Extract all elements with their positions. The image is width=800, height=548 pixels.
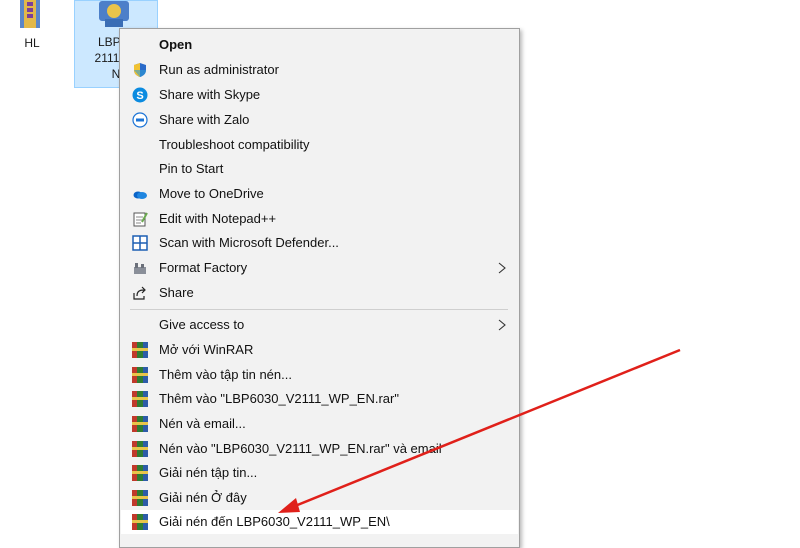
onedrive-icon — [133, 191, 147, 199]
winrar-icon — [132, 342, 148, 358]
winrar-icon — [132, 514, 148, 530]
winrar-icon — [132, 391, 148, 407]
menu-item-label: Edit with Notepad++ — [159, 211, 277, 226]
menu-item-extract-here[interactable]: Giải nén Ở đây — [121, 486, 518, 510]
menu-item-share-zalo[interactable]: Share with Zalo — [121, 108, 518, 132]
menu-item-pin-to-start[interactable]: Pin to Start — [121, 157, 518, 181]
menu-separator — [130, 309, 508, 310]
share-icon — [133, 286, 146, 300]
menu-item-add-to-archive[interactable]: Thêm vào tập tin nén... — [121, 363, 518, 387]
menu-item-format-factory[interactable]: Format Factory — [121, 256, 518, 280]
menu-item-run-as-admin[interactable]: Run as administrator — [121, 58, 518, 82]
winrar-icon — [132, 441, 148, 457]
notepadpp-icon — [133, 212, 148, 227]
menu-item-label: Thêm vào "LBP6030_V2111_WP_EN.rar" — [159, 391, 399, 406]
menu-item-label: Nén và email... — [159, 416, 246, 431]
skype-icon: S — [132, 87, 148, 103]
menu-item-label: Thêm vào tập tin nén... — [159, 367, 292, 382]
defender-icon — [132, 235, 148, 251]
desktop-icon-label: HL — [24, 36, 40, 50]
menu-item-label: Run as administrator — [159, 62, 279, 77]
menu-item-extract-files[interactable]: Giải nén tập tin... — [121, 461, 518, 485]
menu-item-add-to-rar[interactable]: Thêm vào "LBP6030_V2111_WP_EN.rar" — [121, 387, 518, 411]
winrar-icon — [132, 367, 148, 383]
svg-text:S: S — [136, 90, 143, 102]
installer-icon — [99, 1, 129, 27]
desktop-icon-hl[interactable]: HL — [8, 0, 56, 52]
formatfactory-icon — [134, 263, 146, 274]
menu-item-label: Share with Zalo — [159, 112, 250, 127]
winrar-icon — [132, 490, 148, 506]
menu-item-label: Giải nén đến LBP6030_V2111_WP_EN\ — [159, 514, 390, 529]
menu-item-give-access-to[interactable]: Give access to — [121, 313, 518, 337]
menu-item-label: Move to OneDrive — [159, 186, 264, 201]
menu-item-compress-to-rar-and-email[interactable]: Nén vào "LBP6030_V2111_WP_EN.rar" và ema… — [121, 437, 518, 461]
menu-item-label: Scan with Microsoft Defender... — [159, 235, 339, 250]
chevron-right-icon — [498, 262, 506, 274]
menu-item-compress-and-email[interactable]: Nén và email... — [121, 412, 518, 436]
menu-item-label: Format Factory — [159, 260, 248, 275]
menu-item-label: Open — [159, 37, 193, 52]
winrar-icon — [132, 416, 148, 432]
folder-zip-icon — [20, 0, 40, 28]
menu-item-share[interactable]: Share — [121, 281, 518, 305]
zalo-icon — [132, 112, 148, 128]
menu-item-label: Giải nén Ở đây — [159, 490, 247, 505]
menu-item-open-with-winrar[interactable]: Mở với WinRAR — [121, 338, 518, 362]
menu-item-label: Share with Skype — [159, 87, 261, 102]
menu-item-label: Share — [159, 285, 194, 300]
menu-item-label: Troubleshoot compatibility — [159, 137, 310, 152]
menu-item-label: Nén vào "LBP6030_V2111_WP_EN.rar" và ema… — [159, 441, 442, 456]
menu-item-troubleshoot[interactable]: Troubleshoot compatibility — [121, 133, 518, 157]
menu-item-edit-notepadpp[interactable]: Edit with Notepad++ — [121, 207, 518, 231]
menu-item-scan-defender[interactable]: Scan with Microsoft Defender... — [121, 231, 518, 255]
winrar-icon — [132, 465, 148, 481]
menu-item-share-skype[interactable]: S Share with Skype — [121, 83, 518, 107]
uac-shield-icon — [134, 63, 146, 77]
menu-item-open[interactable]: Open — [121, 33, 518, 57]
chevron-right-icon — [498, 319, 506, 331]
menu-item-label: Give access to — [159, 317, 245, 332]
menu-item-label: Pin to Start — [159, 161, 224, 176]
menu-item-label: Mở với WinRAR — [159, 342, 254, 357]
menu-item-move-to-onedrive[interactable]: Move to OneDrive — [121, 182, 518, 206]
menu-item-label: Giải nén tập tin... — [159, 465, 258, 480]
menu-item-extract-to-folder[interactable]: Giải nén đến LBP6030_V2111_WP_EN\ — [121, 510, 518, 534]
context-menu: Open Run as administrator S Share with S… — [119, 28, 520, 548]
